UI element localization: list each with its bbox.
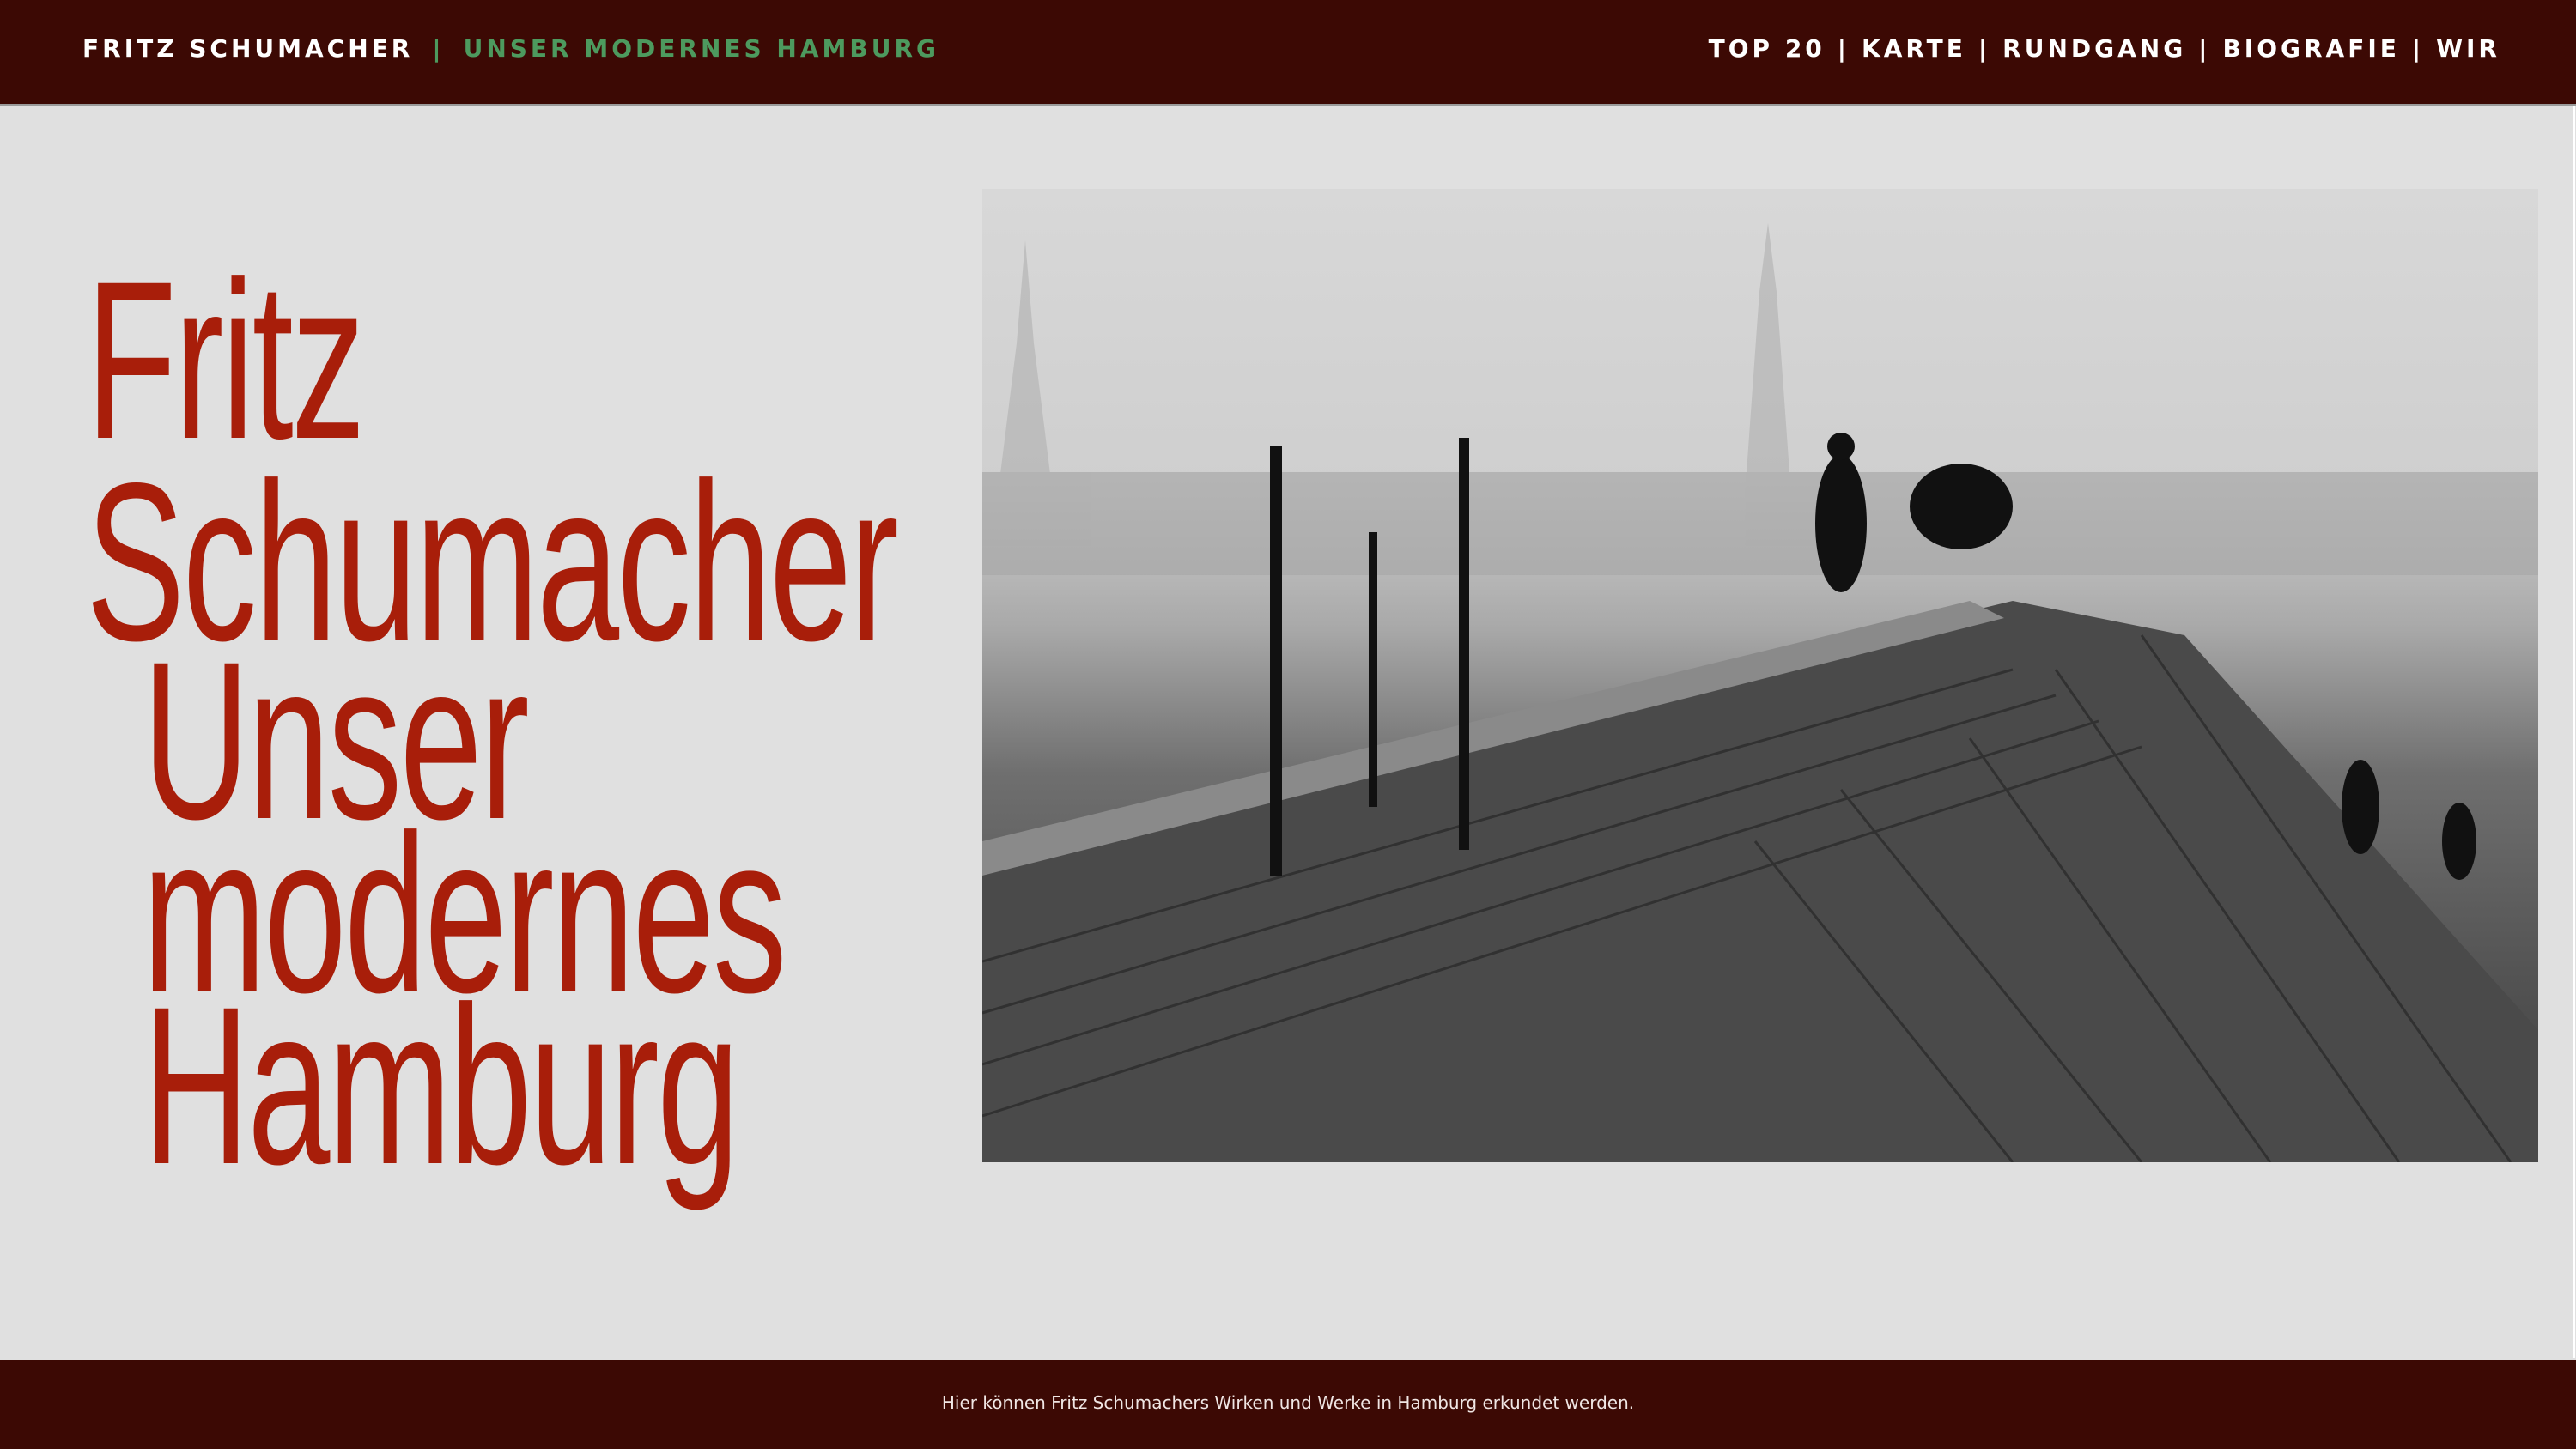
brand-subtitle[interactable]: UNSER MODERNES HAMBURG (464, 34, 939, 63)
brand-title[interactable]: FRITZ SCHUMACHER (82, 34, 413, 63)
nav-separator: | (2198, 34, 2211, 63)
nav-wir[interactable]: WIR (2436, 34, 2500, 63)
main-nav: TOP 20 | KARTE | RUNDGANG | BIOGRAFIE | WIR (1709, 34, 2500, 63)
hero-photo-rooftop-construction (982, 189, 2538, 1162)
nav-separator: | (1978, 34, 1991, 63)
footer-text: Hier können Fritz Schumachers Wirken und… (941, 1392, 1635, 1413)
nav-rundgang[interactable]: RUNDGANG (2002, 34, 2186, 63)
nav-separator: | (2411, 34, 2425, 63)
site-brand[interactable]: FRITZ SCHUMACHER | UNSER MODERNES HAMBURG (82, 34, 939, 63)
nav-karte[interactable]: KARTE (1862, 34, 1966, 63)
nav-biografie[interactable]: BIOGRAFIE (2222, 34, 2399, 63)
nav-top20[interactable]: TOP 20 (1709, 34, 1826, 63)
photo-illustration (982, 223, 2538, 1162)
site-header: FRITZ SCHUMACHER | UNSER MODERNES HAMBURG … (0, 0, 2576, 106)
hero-subtitle-line-3: Hamburg (143, 960, 739, 1211)
brand-separator: | (432, 34, 445, 63)
nav-separator: | (1837, 34, 1850, 63)
site-footer: Hier können Fritz Schumachers Wirken und… (0, 1360, 2576, 1449)
